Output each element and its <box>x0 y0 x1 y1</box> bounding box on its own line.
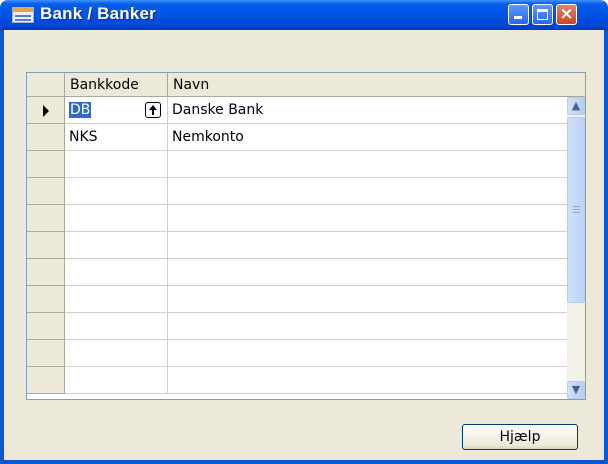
empty-row[interactable] <box>27 178 567 205</box>
row-selector[interactable] <box>27 340 65 367</box>
empty-row[interactable] <box>27 340 567 367</box>
help-button[interactable]: Hjælp <box>462 424 578 450</box>
row-selector[interactable] <box>27 97 65 124</box>
table-row[interactable]: NKS Nemkonto <box>27 124 567 151</box>
bankkode-cell[interactable] <box>65 178 168 205</box>
table-header: Bankkode Navn <box>27 73 567 97</box>
bankkode-value[interactable]: DB <box>69 102 92 118</box>
navn-cell[interactable] <box>168 151 567 178</box>
row-selector[interactable] <box>27 178 65 205</box>
minimize-icon <box>514 16 522 19</box>
empty-row[interactable] <box>27 259 567 286</box>
row-selector[interactable] <box>27 232 65 259</box>
maximize-icon <box>537 9 548 20</box>
bankkode-cell[interactable] <box>65 232 168 259</box>
lookup-arrow-icon[interactable] <box>145 102 161 118</box>
close-button[interactable]: × <box>556 4 577 25</box>
table-form-icon <box>12 7 34 23</box>
chevron-down-icon: ▼ <box>571 383 581 396</box>
minimize-button[interactable] <box>508 4 529 25</box>
bankkode-cell[interactable] <box>65 286 168 313</box>
bankkode-cell[interactable]: NKS <box>65 124 168 151</box>
empty-row[interactable] <box>27 313 567 340</box>
empty-row[interactable] <box>27 367 567 394</box>
empty-row[interactable] <box>27 286 567 313</box>
window-title: Bank / Banker <box>40 4 156 23</box>
chevron-up-icon: ▲ <box>571 99 581 112</box>
bankkode-cell[interactable] <box>65 151 168 178</box>
navn-cell[interactable]: Nemkonto <box>168 124 567 151</box>
close-icon: × <box>559 4 574 24</box>
row-pointer-icon <box>43 105 49 117</box>
row-selector[interactable] <box>27 367 65 394</box>
column-header-navn[interactable]: Navn <box>168 73 567 97</box>
bankkode-cell[interactable] <box>65 259 168 286</box>
scroll-thumb[interactable] <box>567 117 585 303</box>
empty-row[interactable] <box>27 232 567 259</box>
row-selector[interactable] <box>27 259 65 286</box>
empty-row[interactable] <box>27 151 567 178</box>
vertical-scrollbar[interactable]: ▲ ▼ <box>567 97 585 399</box>
navn-cell[interactable] <box>168 340 567 367</box>
header-corner <box>567 73 585 97</box>
bankkode-cell[interactable] <box>65 367 168 394</box>
navn-cell[interactable] <box>168 205 567 232</box>
scroll-up-button[interactable]: ▲ <box>567 97 585 115</box>
row-selector[interactable] <box>27 151 65 178</box>
table-row[interactable]: DB Danske Bank <box>27 97 567 124</box>
title-bar[interactable]: Bank / Banker × <box>0 0 608 30</box>
navn-cell[interactable] <box>168 367 567 394</box>
empty-row[interactable] <box>27 205 567 232</box>
navn-cell[interactable] <box>168 178 567 205</box>
row-selector-header[interactable] <box>27 73 65 97</box>
bankkode-cell[interactable] <box>65 313 168 340</box>
bankkode-cell[interactable] <box>65 205 168 232</box>
column-header-bankkode[interactable]: Bankkode <box>65 73 168 97</box>
bankkode-cell[interactable]: DB <box>65 97 168 124</box>
navn-cell[interactable] <box>168 232 567 259</box>
navn-cell[interactable] <box>168 259 567 286</box>
scroll-down-button[interactable]: ▼ <box>567 381 585 399</box>
maximize-button[interactable] <box>532 4 553 25</box>
navn-cell[interactable] <box>168 313 567 340</box>
row-selector[interactable] <box>27 205 65 232</box>
row-selector[interactable] <box>27 313 65 340</box>
navn-cell[interactable] <box>168 286 567 313</box>
row-selector[interactable] <box>27 124 65 151</box>
row-selector[interactable] <box>27 286 65 313</box>
bank-table: Bankkode Navn DB Danske Bank NKS Nemkont… <box>26 72 586 400</box>
bankkode-cell[interactable] <box>65 340 168 367</box>
navn-cell[interactable]: Danske Bank <box>168 97 567 124</box>
